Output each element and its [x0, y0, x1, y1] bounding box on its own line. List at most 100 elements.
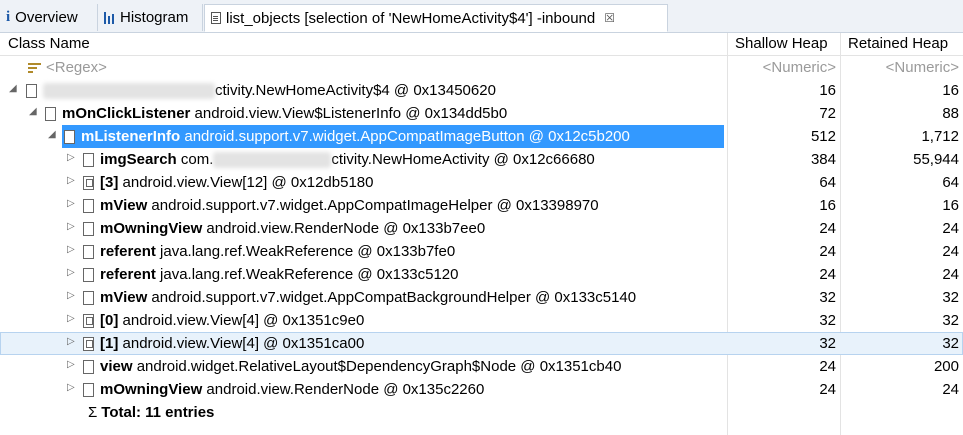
field-name: referent [100, 266, 156, 283]
retained-filter-input[interactable]: <Numeric> [849, 59, 959, 76]
shallow-heap-value: 512 [810, 128, 836, 145]
retained-heap-value: 55,944 [913, 151, 959, 168]
row-description: android.support.v7.widget.AppCompatBackg… [151, 289, 637, 306]
table-row-highlighted[interactable]: ▷ [1] android.view.View[4] @ 0x1351ca00 … [0, 332, 963, 355]
object-icon [45, 106, 56, 121]
info-icon: i [6, 9, 11, 25]
row-description: ctivity.NewHomeActivity @ 0x12c66680 [331, 151, 595, 168]
field-name: imgSearch [100, 151, 177, 168]
table-row[interactable]: ▷ mOwningView android.view.RenderNode @ … [0, 217, 963, 240]
retained-heap-value: 24 [942, 381, 959, 398]
row-description: android.view.View$ListenerInfo @ 0x134dd… [194, 105, 508, 122]
retained-heap-value: 88 [942, 105, 959, 122]
field-name: mOnClickListener [62, 105, 191, 122]
row-description-prefix: com. [180, 151, 214, 168]
tab-list-objects[interactable]: list_objects [selection of 'NewHomeActiv… [204, 4, 668, 32]
object-icon [83, 267, 94, 282]
row-description: android.view.View[4] @ 0x1351ca00 [122, 335, 365, 352]
table-row[interactable]: ◢ mOnClickListener android.view.View$Lis… [0, 102, 963, 125]
field-name: [0] [100, 312, 119, 329]
expand-arrow-icon[interactable]: ▷ [67, 313, 75, 324]
expand-arrow-icon[interactable]: ▷ [67, 244, 75, 255]
row-description: java.lang.ref.WeakReference @ 0x133b7fe0 [160, 243, 456, 260]
retained-heap-value: 64 [942, 174, 959, 191]
field-name: mListenerInfo [81, 128, 181, 145]
redacted-text [213, 151, 332, 168]
table-row-selected[interactable]: ◢ mListenerInfo android.support.v7.widge… [0, 125, 963, 148]
table-row[interactable]: ▷ mOwningView android.view.RenderNode @ … [0, 378, 963, 401]
table-row[interactable]: ▷ mView android.support.v7.widget.AppCom… [0, 194, 963, 217]
object-icon [83, 221, 94, 236]
expand-arrow-icon[interactable]: ▷ [67, 267, 75, 278]
row-description: ctivity.NewHomeActivity$4 @ 0x13450620 [215, 82, 496, 99]
close-tab-icon[interactable]: ☒ [604, 11, 615, 25]
shallow-heap-value: 24 [819, 266, 836, 283]
array-icon [83, 336, 94, 351]
expand-arrow-icon[interactable]: ▷ [67, 198, 75, 209]
retained-heap-value: 32 [942, 312, 959, 329]
shallow-heap-value: 32 [819, 312, 836, 329]
retained-heap-value: 32 [942, 289, 959, 306]
shallow-heap-value: 24 [819, 243, 836, 260]
tab-list-objects-label: list_objects [selection of 'NewHomeActiv… [226, 9, 596, 27]
table-row[interactable]: ◢ ctivity.NewHomeActivity$4 @ 0x13450620… [0, 79, 963, 102]
row-description: android.view.View[12] @ 0x12db5180 [122, 174, 374, 191]
table-row[interactable]: ▷ referent java.lang.ref.WeakReference @… [0, 240, 963, 263]
row-description: android.widget.RelativeLayout$Dependency… [136, 358, 622, 375]
collapse-arrow-icon[interactable]: ◢ [29, 106, 37, 117]
tab-histogram[interactable]: Histogram [98, 4, 203, 31]
shallow-heap-value: 32 [819, 289, 836, 306]
filter-row: <Regex> <Numeric> <Numeric> [0, 56, 963, 79]
object-icon [83, 152, 94, 167]
retained-heap-value: 16 [942, 82, 959, 99]
editor-tab-bar: i Overview Histogram list_objects [selec… [0, 0, 963, 33]
expand-arrow-icon[interactable]: ▷ [67, 359, 75, 370]
shallow-heap-value: 16 [819, 197, 836, 214]
filter-icon [28, 62, 41, 74]
shallow-heap-value: 24 [819, 220, 836, 237]
expand-arrow-icon[interactable]: ▷ [67, 221, 75, 232]
total-label: Total: 11 entries [101, 404, 215, 421]
table-row[interactable]: ▷ mView android.support.v7.widget.AppCom… [0, 286, 963, 309]
redacted-text [43, 82, 215, 99]
column-shallow-heap[interactable]: Shallow Heap [735, 35, 828, 52]
retained-heap-value: 200 [933, 358, 959, 375]
sum-icon: Σ [88, 404, 98, 421]
table-row[interactable]: ▷ [0] android.view.View[4] @ 0x1351c9e0 … [0, 309, 963, 332]
tab-overview-label: Overview [15, 9, 78, 26]
tab-overview[interactable]: i Overview [0, 4, 98, 31]
shallow-heap-value: 64 [819, 174, 836, 191]
page-icon [211, 12, 221, 24]
object-icon [83, 244, 94, 259]
total-row: Σ Total: 11 entries [0, 401, 963, 424]
expand-arrow-icon[interactable]: ▷ [67, 152, 75, 163]
expand-arrow-icon[interactable]: ▷ [67, 336, 75, 347]
field-name: view [100, 358, 133, 375]
shallow-filter-input[interactable]: <Numeric> [726, 59, 836, 76]
expand-arrow-icon[interactable]: ▷ [67, 290, 75, 301]
expand-arrow-icon[interactable]: ▷ [67, 382, 75, 393]
collapse-arrow-icon[interactable]: ◢ [48, 129, 56, 140]
retained-heap-value: 1,712 [921, 128, 959, 145]
table-row[interactable]: ▷ referent java.lang.ref.WeakReference @… [0, 263, 963, 286]
shallow-heap-value: 24 [819, 358, 836, 375]
table-row[interactable]: ▷ imgSearch com. ctivity.NewHomeActivity… [0, 148, 963, 171]
column-retained-heap[interactable]: Retained Heap [848, 35, 948, 52]
histogram-icon [104, 11, 115, 24]
array-icon [83, 175, 94, 190]
object-icon [83, 382, 94, 397]
field-name: referent [100, 243, 156, 260]
collapse-arrow-icon[interactable]: ◢ [9, 83, 17, 94]
column-class-name[interactable]: Class Name [8, 35, 90, 52]
field-name: mView [100, 289, 148, 306]
table-row[interactable]: ▷ [3] android.view.View[12] @ 0x12db5180… [0, 171, 963, 194]
object-icon [26, 83, 37, 98]
object-icon [83, 359, 94, 374]
retained-heap-value: 32 [942, 335, 959, 352]
expand-arrow-icon[interactable]: ▷ [67, 175, 75, 186]
row-description: android.view.View[4] @ 0x1351c9e0 [122, 312, 365, 329]
table-row[interactable]: ▷ view android.widget.RelativeLayout$Dep… [0, 355, 963, 378]
regex-filter-input[interactable]: <Regex> [46, 59, 107, 76]
row-description: android.view.RenderNode @ 0x135c2260 [206, 381, 485, 398]
shallow-heap-value: 32 [819, 335, 836, 352]
